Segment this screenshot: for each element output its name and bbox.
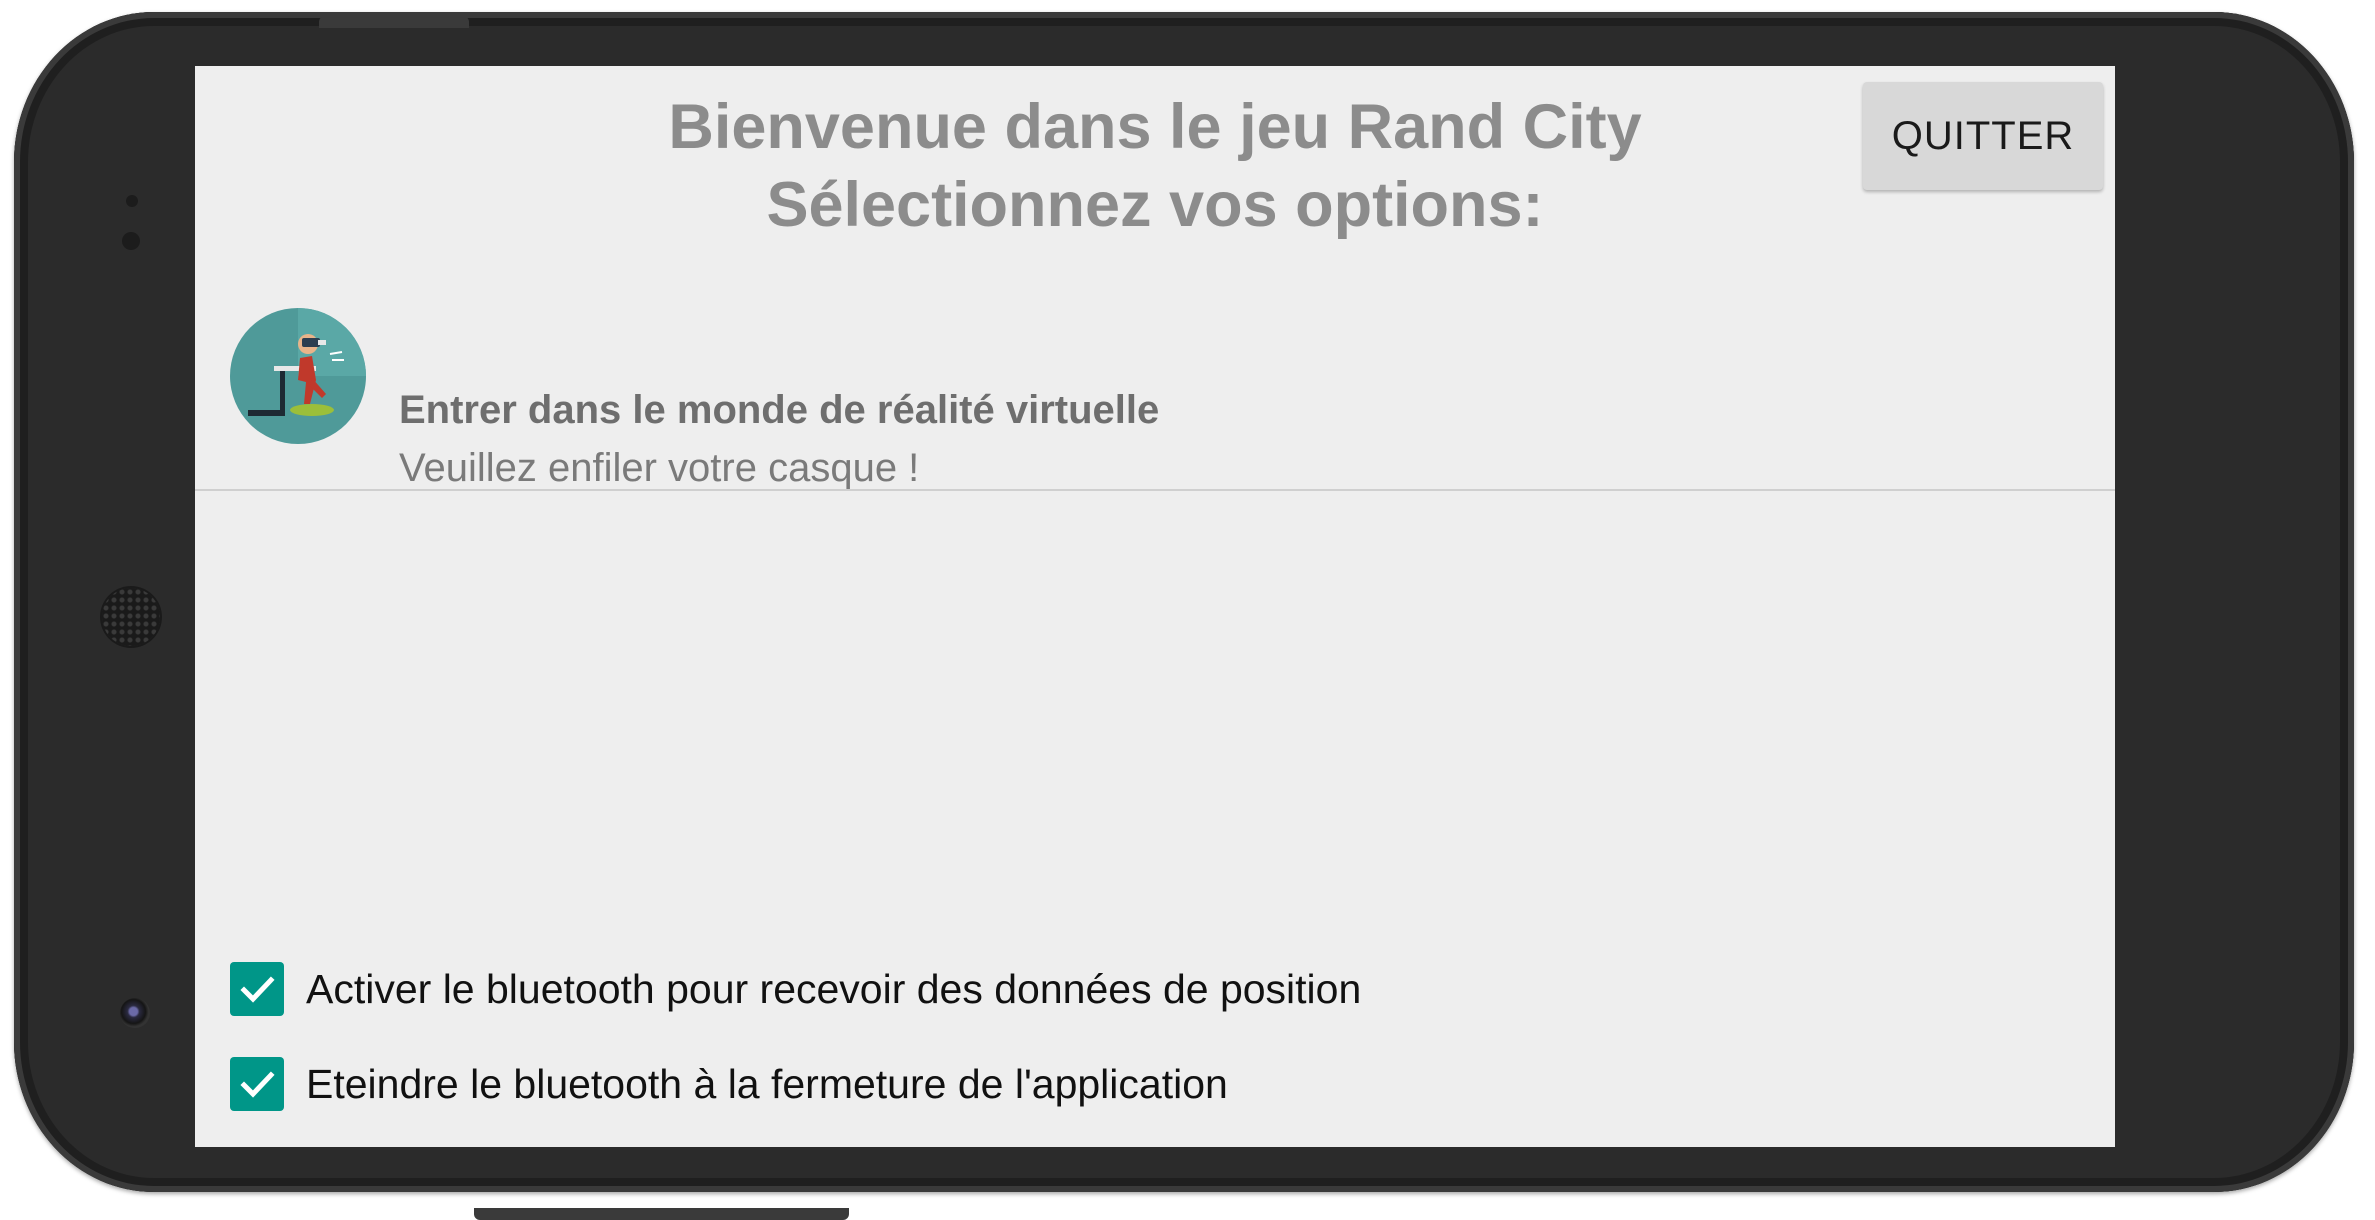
option-bluetooth-disable-on-exit[interactable]: Eteindre le bluetooth à la fermeture de … (230, 1056, 1228, 1112)
light-sensor (122, 232, 140, 250)
option-bluetooth-enable[interactable]: Activer le bluetooth pour recevoir des d… (230, 961, 1361, 1017)
app-screen: Bienvenue dans le jeu Rand City Sélectio… (195, 66, 2115, 1147)
page-title: Bienvenue dans le jeu Rand City Sélectio… (195, 88, 2115, 244)
checkmark-icon (240, 976, 275, 1003)
title-line-welcome: Bienvenue dans le jeu Rand City (668, 92, 1642, 162)
divider (195, 489, 2115, 491)
speaker-grille (102, 588, 160, 646)
vr-mode-item[interactable]: Entrer dans le monde de réalité virtuell… (195, 296, 2115, 496)
front-camera (120, 998, 150, 1028)
proximity-sensor (126, 195, 138, 207)
bluetooth-enable-checkbox[interactable] (230, 962, 284, 1016)
bluetooth-disable-checkbox[interactable] (230, 1057, 284, 1111)
quit-button[interactable]: QUITTER (1863, 82, 2103, 190)
vr-item-title: Entrer dans le monde de réalité virtuell… (399, 388, 1160, 432)
bluetooth-enable-label: Activer le bluetooth pour recevoir des d… (306, 965, 1362, 1012)
bluetooth-disable-label: Eteindre le bluetooth à la fermeture de … (306, 1060, 1228, 1107)
power-button (319, 16, 469, 28)
vr-item-subtitle: Veuillez enfiler votre casque ! (399, 446, 920, 490)
title-line-options: Sélectionnez vos options: (766, 170, 1544, 240)
vr-player-icon (230, 308, 366, 444)
checkmark-icon (240, 1071, 275, 1098)
